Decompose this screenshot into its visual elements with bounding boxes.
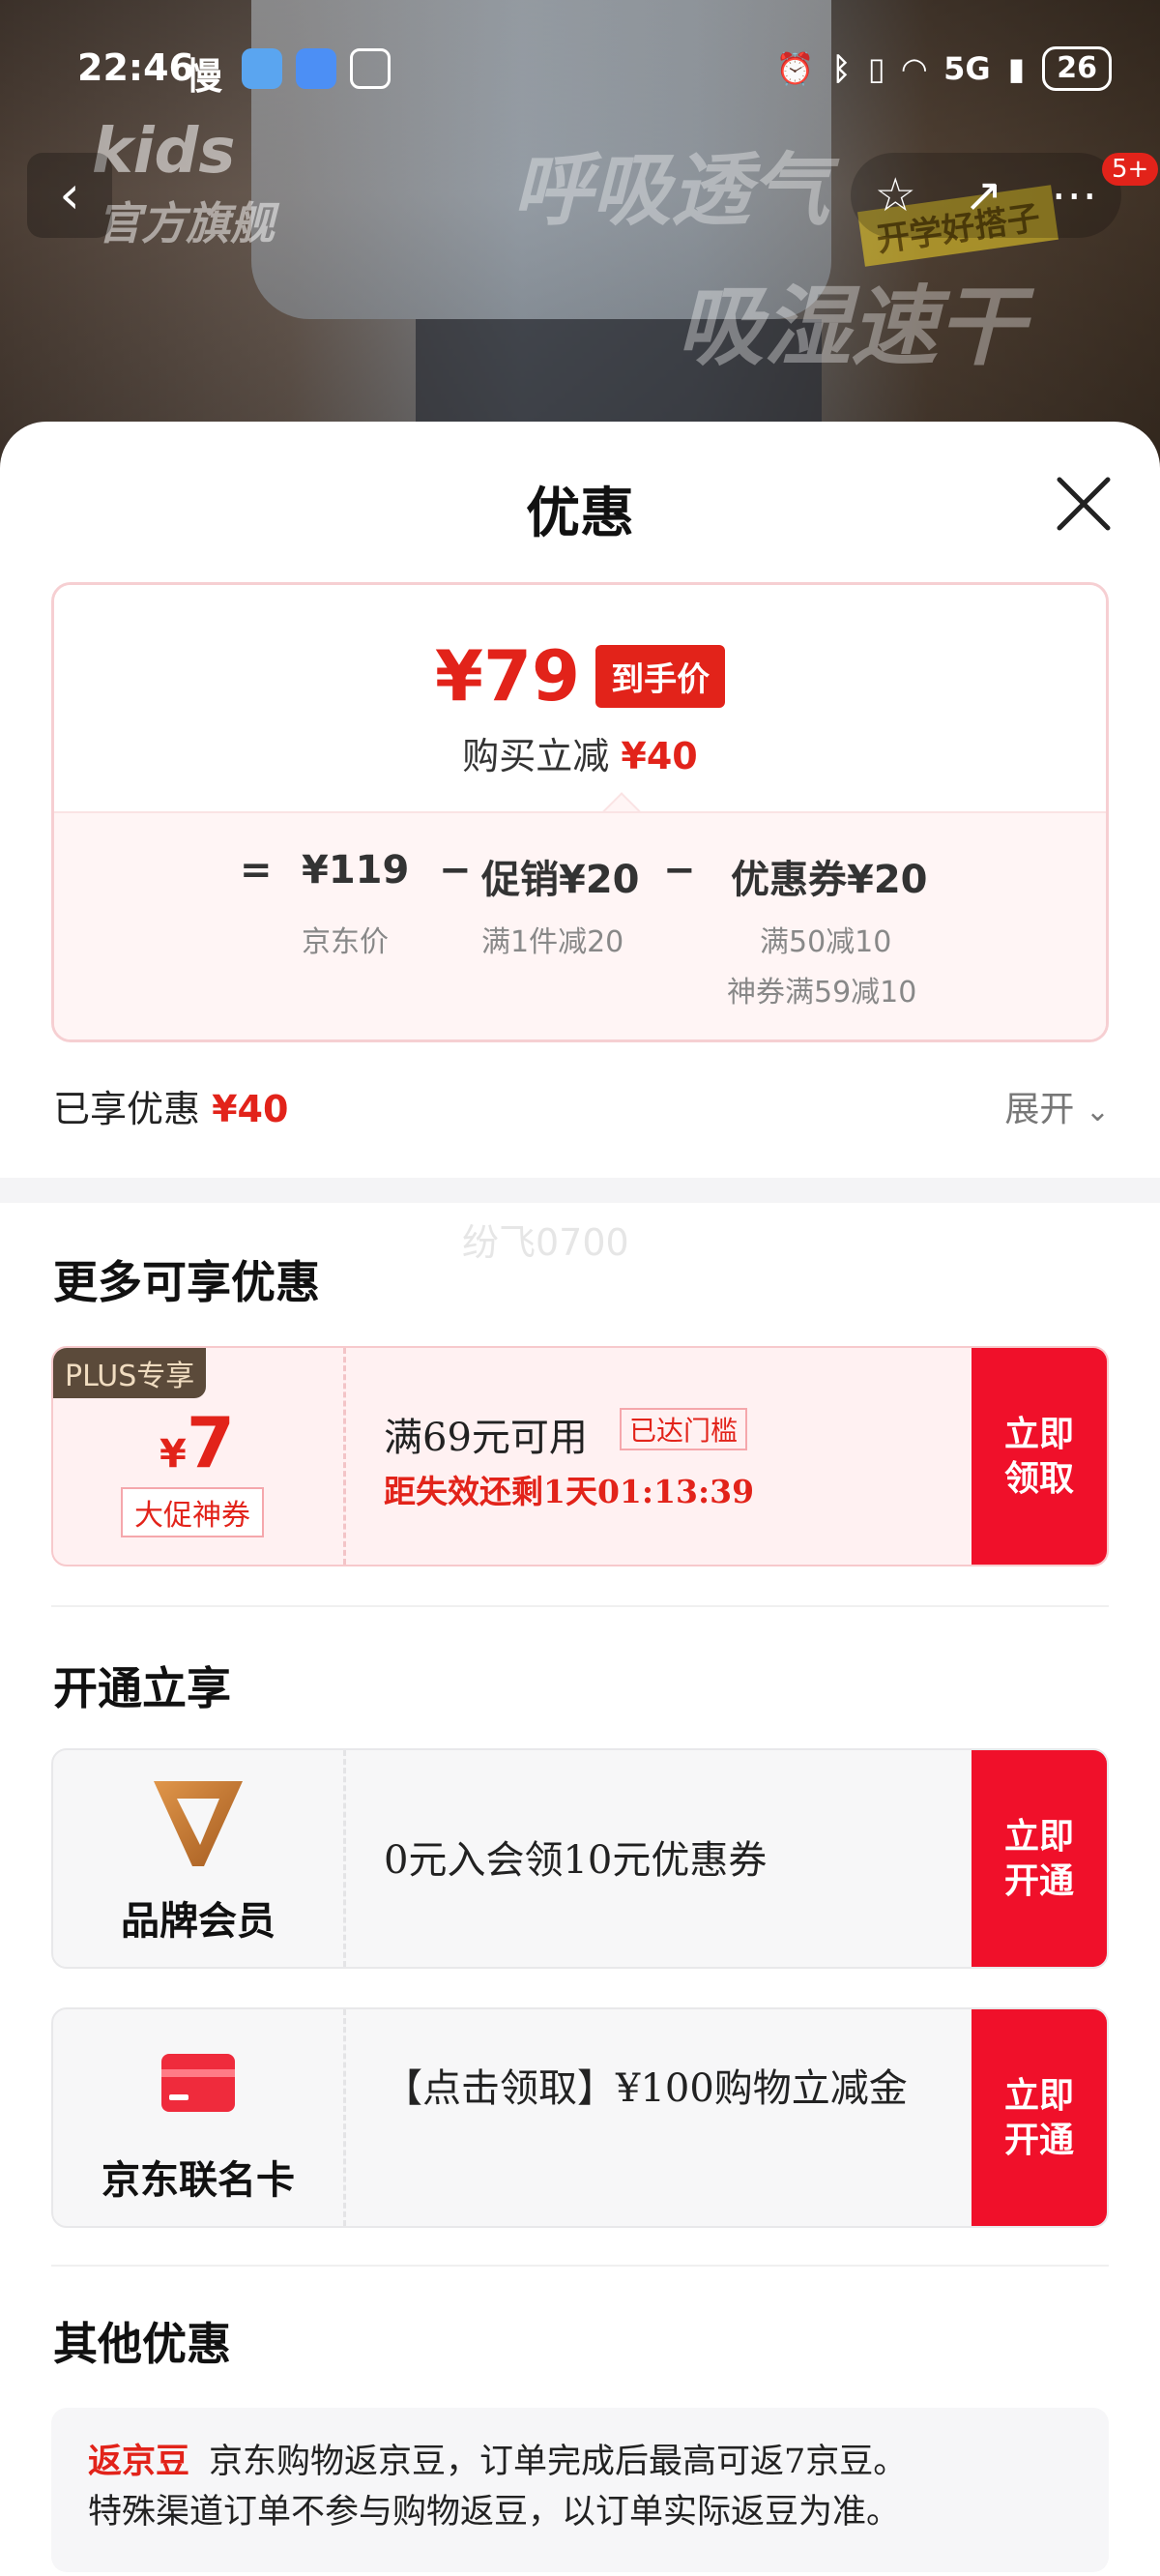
open-brand-member-button[interactable]: 立即 开通 [972,1750,1107,1967]
watermark: 纷飞0700 [462,1221,629,1264]
battery-indicator: 26 [1042,46,1112,91]
message-app-icon [296,48,336,89]
other-discounts-title: 其他优惠 [53,2318,231,2370]
expand-toggle[interactable]: 展开 ⌄ [1004,1081,1110,1131]
instant-discount-value: ¥40 [621,735,698,777]
claim-coupon-label: 立即 领取 [1003,1414,1074,1499]
wifi-icon: ◠ [902,50,927,87]
open-brand-member-label: 立即 开通 [1003,1816,1074,1901]
status-bar: 22:46 慢 ⏰ ᛒ ▯ ◠ 5G ▮ 26 [0,39,1160,106]
bluetooth-icon: ᛒ [831,50,851,87]
instant-discount-label: 购买立减 [462,735,610,777]
discount-sheet: 优惠 ¥79 到手价 购买立减 ¥40 = ¥119 京东价 − 促销¥20 满… [0,422,1160,2576]
coupon-discount: 优惠券¥20 [731,858,928,902]
vibrate-icon: ▯ [867,50,885,87]
banner-ad-line2: 吸湿速干 [677,277,1025,378]
coupon-value: 7 [186,1402,235,1483]
coupon-amount: ¥7 [160,1402,235,1483]
jd-beans-line2: 特殊渠道订单不参与购物返豆，以订单实际返豆为准。 [88,2493,901,2532]
card-divider [343,1750,346,1967]
brand-subtitle: 官方旗舰 [97,197,275,249]
formula-minus-1: − [439,848,472,893]
open-jd-cobrand-label: 立即 开通 [1003,2075,1074,2160]
cart-badge: 5+ [1102,153,1159,186]
sheet-title: 优惠 [526,482,634,545]
coupon-condition: 满69元可用 [384,1416,588,1460]
plus-exclusive-tag: PLUS专享 [53,1348,207,1398]
jd-cobrand-card: 京东联名卡 【点击领取】¥100购物立减金 立即 开通 [51,2007,1109,2228]
section-divider [0,1178,1160,1203]
price-formula: = ¥119 京东价 − 促销¥20 满1件减20 − 优惠券¥20 满50减1… [54,811,1106,1039]
close-icon[interactable] [1054,474,1114,534]
open-jd-cobrand-button[interactable]: 立即 开通 [972,2009,1107,2226]
more-discounts-title: 更多可享优惠 [53,1256,320,1308]
coupon-kind: 大促神券 [121,1487,264,1537]
enjoyed-discount: 已享优惠 ¥40 [53,1079,288,1132]
brand-member-label: 品牌会员 [121,1898,276,1944]
jd-cobrand-label: 京东联名卡 [102,2157,295,2203]
credit-card-icon [161,2054,235,2112]
hand-app-icon [350,48,391,89]
network-type: 5G [943,50,991,87]
back-button[interactable]: ‹ [27,153,112,238]
enjoyed-value: ¥40 [212,1088,289,1130]
final-price-tag: 到手价 [595,644,726,708]
formula-equals: = [240,848,273,893]
jd-beans-line1: 京东购物返京豆，订单完成后最高可返7京豆。 [209,2443,908,2481]
threshold-reached-badge: 已达门槛 [620,1408,748,1450]
alarm-icon: ⏰ [775,50,815,87]
instant-discount: 购买立减 ¥40 [54,726,1106,779]
top-action-group: ☆ ↗ ⋯ [851,153,1121,238]
coupon-currency: ¥ [160,1432,187,1477]
coupon-divider [343,1348,346,1565]
jd-beans-tag: 返京豆 [88,2442,190,2481]
final-price: ¥79 [434,635,581,717]
banner-ad-line1: 呼吸透气 [512,145,829,237]
chevron-left-icon: ‹ [59,164,80,225]
open-benefits-title: 开通立享 [53,1662,231,1714]
signal-icon: ▮ [1007,50,1026,87]
price-breakdown-card: ¥79 到手价 购买立减 ¥40 = ¥119 京东价 − 促销¥20 满1件减… [51,582,1109,1042]
share-icon[interactable]: ↗ [964,168,1002,222]
jd-price-label: 京东价 [302,925,389,959]
expand-label: 展开 [1004,1090,1075,1129]
jd-price: ¥119 [302,848,410,893]
coupon-rule-1: 满50减10 [760,925,892,959]
coupon-countdown: 距失效还剩1天01:13:39 [384,1473,755,1510]
divider-line [51,1605,1109,1607]
favorite-star-icon[interactable]: ☆ [875,168,916,222]
brand-logo: kids [92,116,236,188]
weather-app-icon [242,48,282,89]
status-time: 22:46 [77,46,194,89]
divider-line [51,2265,1109,2267]
status-right-icons: ⏰ ᛒ ▯ ◠ 5G ▮ 26 [776,46,1112,91]
claim-coupon-button[interactable]: 立即 领取 [972,1348,1107,1565]
slow-network-label: 慢 [186,55,223,98]
jd-cobrand-desc: 【点击领取】¥100购物立减金 [384,2066,908,2111]
card-divider [343,2009,346,2226]
formula-minus-2: − [663,848,696,893]
more-icon[interactable]: ⋯ [1051,168,1097,222]
plus-coupon-card: PLUS专享 ¥7 大促神券 满69元可用 已达门槛 距失效还剩1天01:13:… [51,1346,1109,1566]
brand-member-card: 品牌会员 0元入会领10元优惠券 立即 开通 [51,1748,1109,1969]
jd-beans-rebate: 返京豆 京东购物返京豆，订单完成后最高可返7京豆。 特殊渠道订单不参与购物返豆，以… [51,2408,1109,2572]
enjoyed-label: 已享优惠 [53,1088,201,1130]
brand-member-logo-icon [154,1781,243,1866]
brand-member-desc: 0元入会领10元优惠券 [384,1838,768,1883]
promo-discount-rule: 满1件减20 [481,925,624,959]
promo-discount: 促销¥20 [481,858,640,902]
chevron-down-icon: ⌄ [1085,1095,1110,1128]
price-summary: ¥79 到手价 购买立减 ¥40 [54,585,1106,811]
coupon-rule-2: 神券满59减10 [727,976,917,1010]
